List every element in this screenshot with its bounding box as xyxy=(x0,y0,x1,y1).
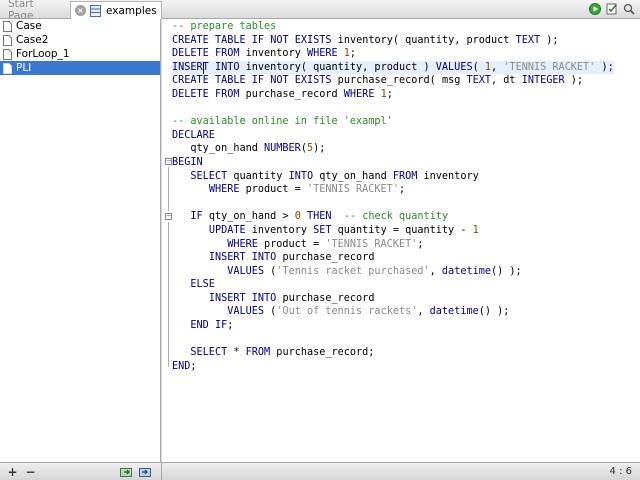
list-item-pli[interactable]: PLI xyxy=(0,61,160,75)
code-line[interactable]: WHERE product = 'TENNIS RACKET'; xyxy=(172,183,614,197)
minus-icon: − xyxy=(25,464,36,479)
list-item-label: PLI xyxy=(16,62,32,74)
code-line[interactable]: WHERE product = 'TENNIS RACKET'; xyxy=(172,238,614,252)
document-icon xyxy=(3,20,12,32)
list-item-case2[interactable]: Case2 xyxy=(0,33,160,47)
export-button[interactable] xyxy=(139,465,152,478)
sidebar-footer: + − xyxy=(0,462,162,480)
code-line[interactable]: INSERT INTO purchase_record xyxy=(172,251,614,265)
code-line[interactable]: INSERT INTO purchase_record xyxy=(172,292,614,306)
fold-toggle-icon[interactable]: − xyxy=(165,213,172,220)
document-icon xyxy=(3,62,12,74)
code-line[interactable]: ELSE xyxy=(172,278,614,292)
save-icon xyxy=(606,3,617,15)
code-line[interactable]: END IF; xyxy=(172,319,614,333)
run-button[interactable] xyxy=(588,2,602,16)
code-line[interactable]: SELECT * FROM purchase_record; xyxy=(172,346,614,360)
play-icon xyxy=(589,3,601,15)
editor-toolbar xyxy=(588,2,636,16)
code-line[interactable]: -- prepare tables xyxy=(172,20,614,34)
plus-icon: + xyxy=(7,464,18,479)
code-line[interactable]: DELETE FROM inventory WHERE 1; xyxy=(172,47,614,61)
code-line[interactable]: CREATE TABLE IF NOT EXISTS inventory( qu… xyxy=(172,34,614,48)
code-content[interactable]: -- prepare tables CREATE TABLE IF NOT EXI… xyxy=(172,20,614,373)
code-line[interactable] xyxy=(172,333,614,347)
code-line[interactable]: END; xyxy=(172,360,614,374)
cursor-position: 4 : 6 xyxy=(609,466,632,477)
export-icon xyxy=(139,467,151,477)
document-icon xyxy=(3,48,12,60)
code-line[interactable]: qty_on_hand NUMBER(5); xyxy=(172,142,614,156)
save-button[interactable] xyxy=(605,2,619,16)
document-icon xyxy=(3,34,12,46)
fold-toggle-icon[interactable]: − xyxy=(165,158,172,165)
search-button[interactable] xyxy=(622,2,636,16)
tab-bar: Start Page × examples xyxy=(0,0,640,22)
file-list: Case Case2 ForLoop_1 PLI xyxy=(0,19,161,462)
code-editor[interactable]: − − -- prepare tables CREATE TABLE IF NOT… xyxy=(162,19,640,462)
list-item-forloop-1[interactable]: ForLoop_1 xyxy=(0,47,160,61)
fold-guide xyxy=(168,222,169,367)
close-tab-icon[interactable]: × xyxy=(75,5,86,16)
code-line[interactable]: DELETE FROM purchase_record WHERE 1; xyxy=(172,88,614,102)
code-line[interactable] xyxy=(172,197,614,211)
text-caret xyxy=(202,61,204,74)
list-item-case[interactable]: Case xyxy=(0,19,160,33)
database-icon xyxy=(90,4,101,17)
add-button[interactable]: + xyxy=(6,464,19,479)
status-bar: 4 : 6 xyxy=(162,462,640,480)
code-line[interactable]: INSERT INTO inventory( quantity, product… xyxy=(172,60,614,75)
tab-examples[interactable]: × examples xyxy=(70,1,162,19)
list-item-label: Case xyxy=(16,20,42,32)
tab-start-page[interactable]: Start Page xyxy=(0,0,70,22)
code-line[interactable]: VALUES ('Out of tennis rackets', datetim… xyxy=(172,305,614,319)
code-line[interactable]: DECLARE xyxy=(172,129,614,143)
code-line[interactable]: UPDATE inventory SET quantity = quantity… xyxy=(172,224,614,238)
code-line[interactable]: CREATE TABLE IF NOT EXISTS purchase_reco… xyxy=(172,74,614,88)
fold-guide xyxy=(168,167,169,211)
code-line[interactable]: IF qty_on_hand > 0 THEN -- check quantit… xyxy=(172,210,614,224)
code-line[interactable]: -- available online in file 'exampl' xyxy=(172,115,614,129)
tab-examples-label: examples xyxy=(106,4,157,17)
import-button[interactable] xyxy=(120,465,133,478)
import-icon xyxy=(120,467,132,477)
code-line[interactable]: SELECT quantity INTO qty_on_hand FROM in… xyxy=(172,170,614,184)
code-line[interactable] xyxy=(172,102,614,116)
code-line[interactable]: BEGIN xyxy=(172,156,614,170)
list-item-label: ForLoop_1 xyxy=(16,48,70,60)
search-icon xyxy=(623,3,635,15)
code-line[interactable]: VALUES ('Tennis racket purchased', datet… xyxy=(172,265,614,279)
remove-button[interactable]: − xyxy=(24,464,37,479)
list-item-label: Case2 xyxy=(16,34,49,46)
